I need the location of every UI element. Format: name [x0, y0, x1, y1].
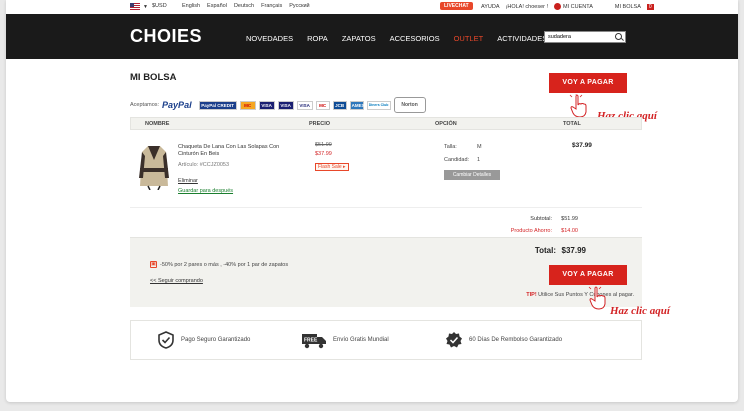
- tip-label: TIP!: [526, 292, 537, 298]
- change-details-button[interactable]: Cambiar Detalles: [444, 170, 500, 180]
- mastercard-icon: MC: [239, 100, 256, 110]
- remove-link[interactable]: Eliminar: [178, 178, 198, 184]
- col-nombre: NOMBRE: [145, 121, 170, 127]
- nav-outlet[interactable]: OUTLET: [454, 34, 484, 43]
- payment-methods: Aceptamos: PayPal PayPal CREDIT MC VISA …: [130, 97, 426, 113]
- visa-icon: VISA: [258, 100, 275, 110]
- pay-button-bottom[interactable]: VOY A PAGAR: [549, 265, 627, 285]
- tip-text: TIP! Utilice Sus Puntos Y Cupones al pag…: [526, 292, 634, 298]
- nav-zapatos[interactable]: ZAPATOS: [342, 34, 376, 43]
- feature-free-shipping: FREE Envío Gratis Mundial: [301, 331, 389, 349]
- continue-shopping-link[interactable]: << Seguir comprando: [150, 278, 203, 284]
- subtotal-value: $51.99: [561, 216, 578, 222]
- feature-secure-payment: Pago Seguro Garantizado: [157, 331, 250, 349]
- savings-value: $14.00: [561, 228, 578, 234]
- svg-text:FREE: FREE: [304, 338, 318, 344]
- lang-french[interactable]: Français: [261, 3, 282, 9]
- quantity-value: 1: [477, 157, 481, 163]
- greeting-text: ¡HOLA! choeser !: [505, 3, 549, 10]
- lang-spanish[interactable]: Español: [207, 3, 227, 9]
- logo[interactable]: CHOIES: [130, 26, 202, 47]
- subtotal-label: Subtotal:: [530, 216, 552, 222]
- savings-label: Producto Ahorro:: [510, 228, 552, 234]
- col-precio: PRECIO: [309, 121, 331, 127]
- page-title: MI BOLSA: [130, 72, 177, 83]
- account-label: MI CUENTA: [563, 3, 593, 10]
- sale-price: $37.99: [315, 151, 332, 157]
- diners-club-icon: Diners Club: [366, 100, 391, 110]
- feature-label: Envío Gratis Mundial: [333, 337, 389, 343]
- currency-selector[interactable]: $USD: [152, 3, 167, 9]
- page-frame: ▼ $USD English Español Deutsch Français …: [6, 0, 738, 402]
- lang-german[interactable]: Deutsch: [234, 3, 254, 9]
- nav-accesorios[interactable]: ACCESORIOS: [390, 34, 440, 43]
- click-here-hint-bottom: Haz clic aquí: [610, 305, 670, 317]
- main-header: CHOIES NOVEDADES ROPA ZAPATOS ACCESORIOS…: [6, 14, 738, 59]
- search-icon[interactable]: [615, 33, 622, 40]
- language-list: English Español Deutsch Français Pусский: [182, 3, 310, 9]
- account-icon: [554, 3, 562, 10]
- promo-text: -50% por 2 pares o más , -40% por 1 par …: [160, 261, 289, 268]
- help-link[interactable]: AYUDA: [481, 4, 500, 10]
- badge-check-icon: [446, 332, 462, 348]
- cart-table-header: NOMBRE PRECIO OPCIÓN TOTAL: [130, 117, 642, 130]
- norton-seal-icon: Norton: [393, 97, 426, 113]
- nav-actividades[interactable]: ACTIVIDADES: [497, 34, 547, 43]
- logo-text: CHOIES: [130, 26, 203, 46]
- shield-check-icon: [158, 331, 174, 349]
- us-flag-icon[interactable]: [130, 3, 140, 10]
- col-opcion: OPCIÓN: [435, 121, 457, 127]
- feature-refund: 60 Días De Rembolso Garantizado: [445, 331, 562, 349]
- product-image[interactable]: [138, 142, 170, 190]
- size-value: M: [477, 144, 482, 150]
- bag-count-badge: 0: [646, 3, 654, 10]
- gift-icon: ▣: [150, 261, 157, 268]
- feature-label: Pago Seguro Garantizado: [181, 337, 251, 343]
- chevron-down-icon[interactable]: ▼: [143, 4, 148, 10]
- mastercard-alt-icon: MC: [315, 100, 330, 110]
- visa-electron-icon: VISA: [277, 100, 294, 110]
- paypal-logo: PayPal: [162, 100, 192, 110]
- pointer-hand-icon: [569, 94, 587, 118]
- paypal-credit-logo: PayPal CREDIT: [198, 100, 237, 110]
- lang-russian[interactable]: Pусский: [289, 3, 309, 9]
- jcb-icon: JCB: [332, 100, 347, 110]
- utility-bar: ▼ $USD English Español Deutsch Français …: [6, 0, 738, 14]
- save-for-later-link[interactable]: Guardar para después: [178, 188, 233, 194]
- livechat-button[interactable]: LIVECHAT: [440, 2, 473, 10]
- flash-sale-badge[interactable]: Flash Sale ▸: [315, 163, 349, 171]
- row-total: $37.99: [572, 142, 592, 149]
- truck-icon: FREE: [302, 334, 326, 349]
- feature-label: 60 Días De Rembolso Garantizado: [469, 337, 563, 343]
- features-bar: Pago Seguro Garantizado FREE Envío Grati…: [130, 320, 642, 360]
- search-box: [544, 31, 626, 43]
- total-value: $37.99: [561, 246, 586, 255]
- pay-button-top[interactable]: VOY A PAGAR: [549, 73, 627, 93]
- col-total: TOTAL: [563, 121, 581, 127]
- pointer-hand-icon: [588, 286, 606, 310]
- account-link[interactable]: MI CUENTA: [554, 3, 593, 10]
- product-name[interactable]: Chaqueta De Lana Con Las Solapas Con Cin…: [178, 144, 296, 158]
- tip-body: Utilice Sus Puntos Y Cupones al pagar.: [536, 292, 634, 298]
- total-label: Total:: [534, 246, 556, 255]
- promo-notice: ▣ -50% por 2 pares o más , -40% por 1 pa…: [150, 261, 288, 268]
- search-input[interactable]: [545, 32, 609, 42]
- nav-novedades[interactable]: NOVEDADES: [246, 34, 293, 43]
- accept-label: Aceptamos:: [130, 102, 160, 108]
- size-label: Talla:: [444, 144, 457, 150]
- bag-link[interactable]: MI BOLSA: [615, 4, 641, 10]
- main-nav: NOVEDADES ROPA ZAPATOS ACCESORIOS OUTLET…: [246, 34, 547, 43]
- product-sku: Artículo: #CCJZ0053: [178, 162, 230, 168]
- amex-icon: AMEX: [349, 100, 365, 110]
- original-price: $51.99: [315, 142, 332, 148]
- table-row: Chaqueta De Lana Con Las Solapas Con Cin…: [130, 130, 642, 208]
- lang-english[interactable]: English: [182, 3, 200, 9]
- nav-ropa[interactable]: ROPA: [307, 34, 328, 43]
- quantity-label: Candidad:: [444, 157, 470, 163]
- visa-debit-icon: VISA: [296, 100, 313, 110]
- account-links: AYUDA ¡HOLA! choeser ! MI CUENTA MI BOLS…: [481, 3, 654, 10]
